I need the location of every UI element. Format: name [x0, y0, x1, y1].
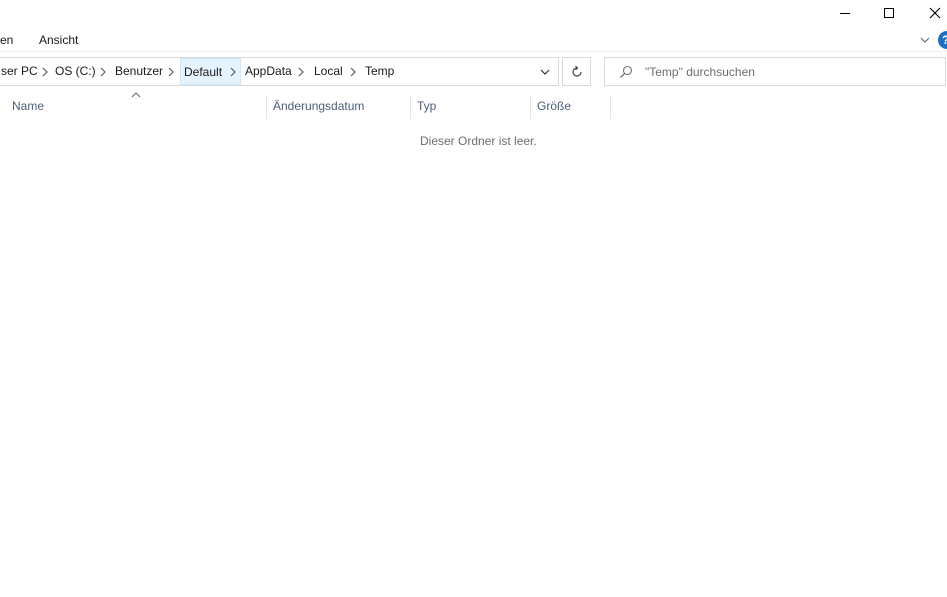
maximize-icon — [884, 8, 894, 18]
ribbon-tab-ansicht[interactable]: Ansicht — [39, 33, 78, 47]
ribbon-tabs: en Ansicht — [0, 28, 947, 52]
search-box[interactable] — [604, 57, 946, 86]
title-bar — [0, 0, 947, 26]
empty-folder-message: Dieser Ordner ist leer. — [420, 134, 537, 148]
breadcrumb-os-c[interactable]: OS (C:) — [55, 58, 96, 85]
search-icon — [620, 65, 633, 78]
column-divider[interactable] — [530, 95, 531, 119]
maximize-button[interactable] — [866, 0, 912, 26]
column-header-row: Name Änderungsdatum Typ Größe — [0, 92, 612, 120]
breadcrumb-appdata[interactable]: AppData — [245, 58, 292, 85]
minimize-icon — [840, 13, 850, 14]
refresh-icon — [571, 65, 582, 77]
chevron-right-icon[interactable] — [99, 67, 107, 77]
chevron-right-icon[interactable] — [297, 67, 305, 77]
ribbon-tab-partial[interactable]: en — [0, 33, 13, 47]
breadcrumb-temp[interactable]: Temp — [365, 58, 394, 85]
breadcrumb-benutzer[interactable]: Benutzer — [115, 58, 163, 85]
close-icon — [929, 7, 941, 19]
search-input[interactable] — [645, 58, 935, 85]
chevron-down-icon[interactable] — [539, 66, 551, 78]
chevron-right-icon[interactable] — [167, 67, 175, 77]
breadcrumb-this-pc[interactable]: ser PC — [1, 58, 38, 85]
refresh-button[interactable] — [562, 57, 591, 86]
column-header-name[interactable]: Name — [12, 92, 266, 120]
chevron-right-icon[interactable] — [229, 67, 237, 77]
chevron-right-icon[interactable] — [41, 67, 49, 77]
minimize-button[interactable] — [822, 0, 868, 26]
close-button[interactable] — [912, 0, 947, 26]
chevron-right-icon[interactable] — [349, 67, 357, 77]
column-header-size[interactable]: Größe — [537, 92, 610, 120]
ribbon-divider — [0, 51, 947, 52]
address-bar[interactable]: ser PC OS (C:) Benutzer Default AppData … — [0, 57, 559, 86]
chevron-down-icon[interactable] — [918, 33, 932, 47]
column-divider[interactable] — [266, 95, 267, 119]
breadcrumb-local[interactable]: Local — [314, 58, 343, 85]
column-header-type[interactable]: Typ — [417, 92, 530, 120]
column-divider[interactable] — [610, 95, 611, 119]
column-header-date[interactable]: Änderungsdatum — [273, 92, 410, 120]
column-divider[interactable] — [410, 95, 411, 119]
